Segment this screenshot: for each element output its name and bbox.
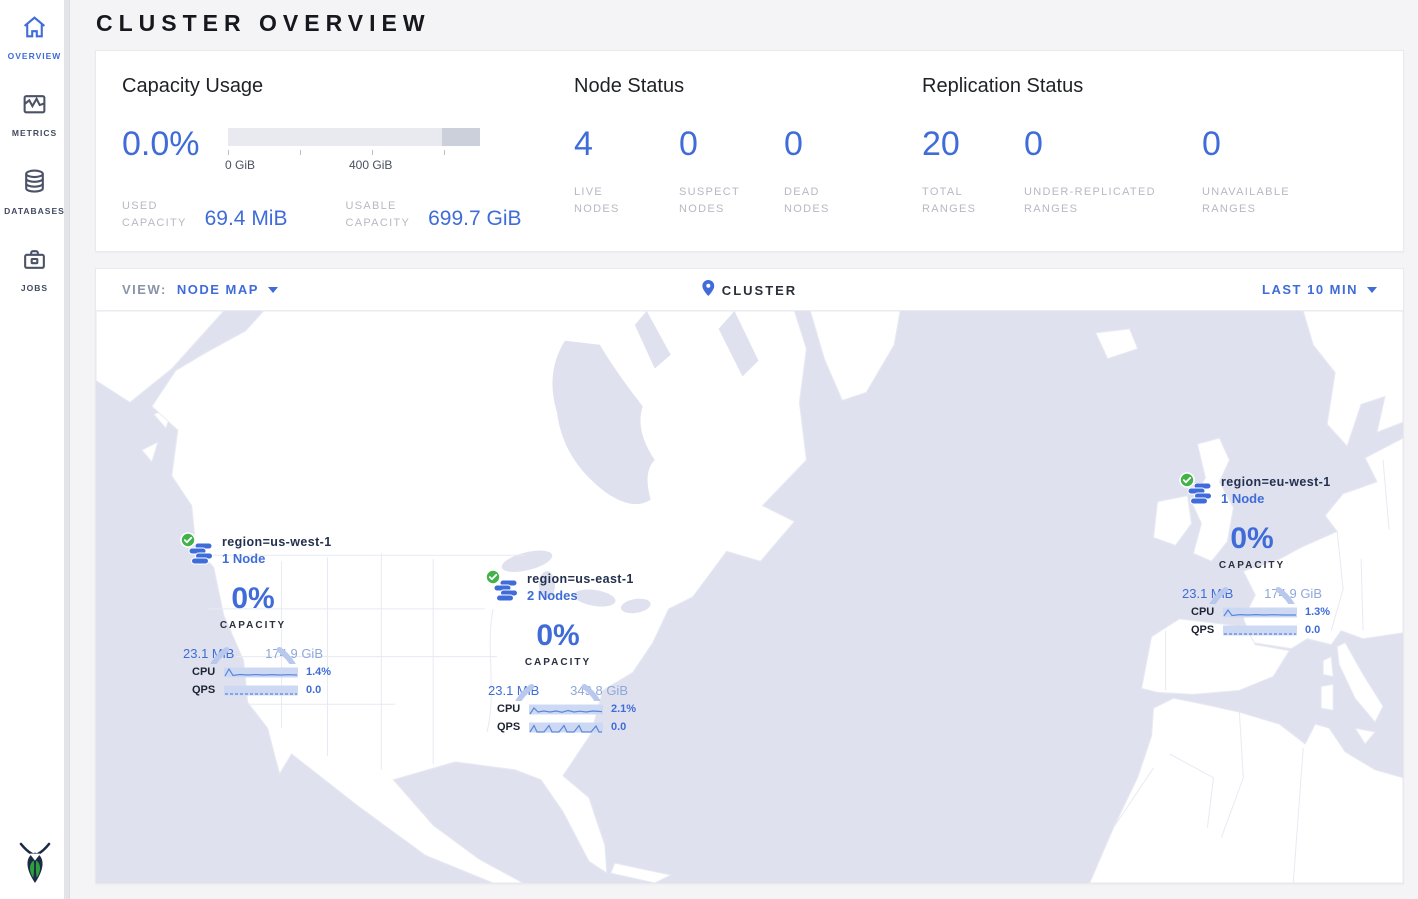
total-ranges-stat: 20 TOTALRANGES [922,124,1024,218]
capacity-ring: 0% CAPACITY [1200,500,1304,604]
databases-icon [21,168,48,200]
usable-capacity-value: 699.7 GiB [428,207,521,232]
jobs-icon [21,246,48,277]
time-range-selector[interactable]: LAST 10 MIN [1262,282,1377,297]
sidebar-item-databases[interactable]: DATABASES [4,168,65,216]
sidebar-item-overview[interactable]: OVERVIEW [8,14,62,61]
sidebar-item-jobs[interactable]: JOBS [21,246,48,293]
capacity-percent: 0% [506,619,610,653]
cluster-summary-panel: Capacity Usage 0.0% 0 GiB 400 GiB [95,50,1404,252]
cpu-sparkline [529,703,603,716]
qps-value: 0.0 [611,721,626,733]
capacity-usage-section: Capacity Usage 0.0% 0 GiB 400 GiB [122,75,574,251]
live-nodes-stat: 4 LIVENODES [574,124,679,218]
capacity-tick-label: 0 GiB [225,158,255,172]
capacity-bar: 0 GiB 400 GiB [228,128,480,146]
home-icon [21,14,48,45]
qps-sparkline [529,721,603,734]
breadcrumb[interactable]: CLUSTER [722,283,797,298]
node-marker-eu-west-1: region=eu-west-1 1 Node 0% CAPACITY 23.1… [1167,473,1337,638]
map-toolbar: VIEW: NODE MAP CLUSTER LAST 10 MIN [96,269,1403,311]
qps-value: 0.0 [306,684,321,696]
node-marker-us-east-1: region=us-east-1 2 Nodes 0% CAPACITY 23.… [473,570,643,735]
cluster-overview-app: OVERVIEW METRICS DATABASES [0,0,1418,899]
used-capacity-label: USED CAPACITY [122,198,187,232]
capacity-label: CAPACITY [201,620,305,631]
cockroachdb-logo [15,840,55,891]
cpu-row: CPU 1.4% [168,664,338,680]
cpu-value: 1.4% [306,666,331,678]
map-pin-icon [702,280,714,301]
usable-capacity-label: USABLE CAPACITY [345,198,410,232]
region-label: region=eu-west-1 [1221,475,1337,490]
sidebar: OVERVIEW METRICS DATABASES [0,0,70,899]
qps-row: QPS 0.0 [168,682,338,698]
unavailable-ranges-stat: 0 UNAVAILABLERANGES [1202,124,1332,218]
capacity-label: CAPACITY [1200,560,1304,571]
used-capacity-value: 69.4 MiB [205,207,288,232]
view-selector[interactable]: NODE MAP [177,282,278,297]
cpu-sparkline [1223,606,1297,619]
chevron-down-icon [1367,287,1377,293]
qps-sparkline [224,684,298,697]
node-marker-us-west-1: region=us-west-1 1 Node 0% CAPACITY 23.1… [168,533,338,698]
qps-row: QPS 0.0 [473,719,643,735]
capacity-usage-title: Capacity Usage [122,75,574,98]
node-map: region=us-west-1 1 Node 0% CAPACITY 23.1… [96,311,1403,883]
sidebar-item-label: OVERVIEW [8,51,62,61]
capacity-percent: 0% [201,582,305,616]
qps-sparkline [1223,624,1297,637]
dead-nodes-stat: 0 DEADNODES [784,124,889,218]
cpu-value: 1.3% [1305,606,1330,618]
qps-value: 0.0 [1305,624,1320,636]
qps-row: QPS 0.0 [1167,622,1337,638]
region-label: region=us-west-1 [222,535,338,550]
capacity-ring: 0% CAPACITY [506,597,610,701]
sidebar-item-label: JOBS [21,283,48,293]
cpu-row: CPU 2.1% [473,701,643,717]
capacity-ring: 0% CAPACITY [201,560,305,664]
under-replicated-ranges-stat: 0 UNDER-REPLICATEDRANGES [1024,124,1202,218]
cpu-row: CPU 1.3% [1167,604,1337,620]
metrics-icon [21,91,48,122]
cpu-value: 2.1% [611,703,636,715]
replication-status-title: Replication Status [922,75,1383,98]
capacity-percent: 0.0% [122,124,228,164]
sidebar-item-label: METRICS [12,128,57,138]
view-label: VIEW: [122,282,167,297]
node-map-panel: VIEW: NODE MAP CLUSTER LAST 10 MIN [95,268,1404,884]
region-label: region=us-east-1 [527,572,643,587]
capacity-label: CAPACITY [506,657,610,668]
chevron-down-icon [268,287,278,293]
main-content: CLUSTER OVERVIEW Capacity Usage 0.0% 0 G… [70,0,1418,899]
page-title: CLUSTER OVERVIEW [95,0,1404,50]
cpu-sparkline [224,666,298,679]
capacity-percent: 0% [1200,522,1304,556]
node-status-title: Node Status [574,75,922,98]
sidebar-item-label: DATABASES [4,206,65,216]
capacity-tick-label: 400 GiB [349,158,392,172]
node-status-section: Node Status 4 LIVENODES 0 SUSPECTNODES 0… [574,75,922,251]
replication-status-section: Replication Status 20 TOTALRANGES 0 UNDE… [922,75,1383,251]
suspect-nodes-stat: 0 SUSPECTNODES [679,124,784,218]
sidebar-item-metrics[interactable]: METRICS [12,91,57,138]
